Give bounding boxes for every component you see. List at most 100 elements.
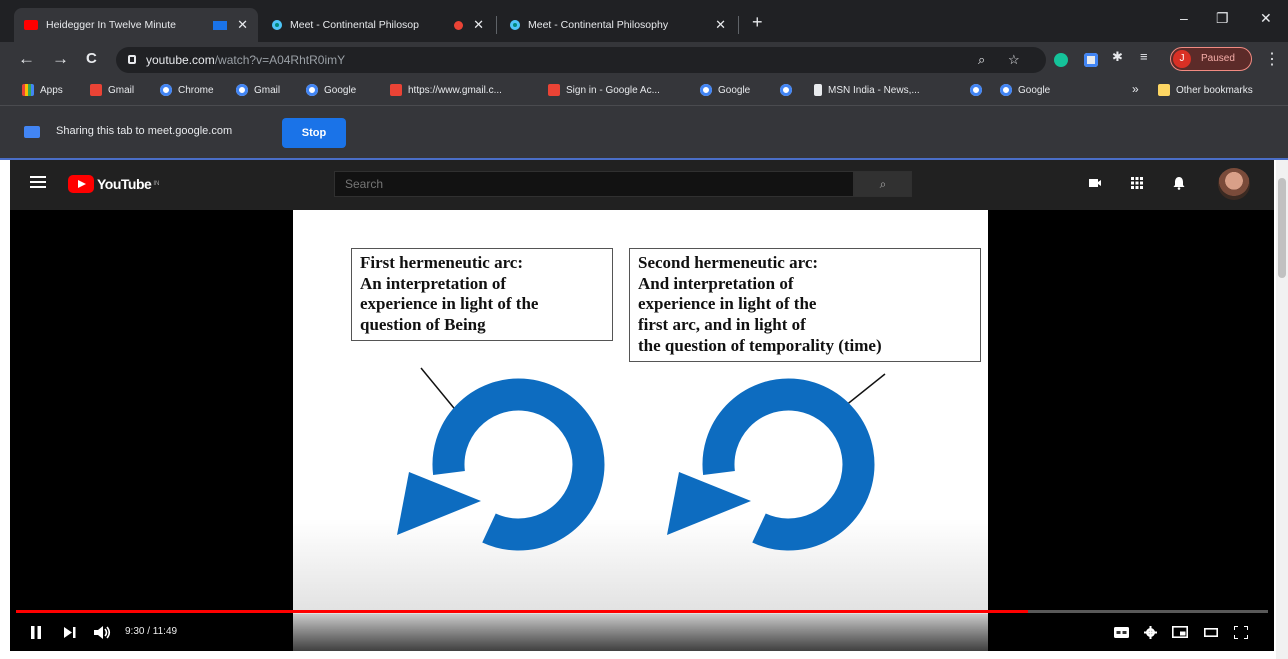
video-progress-fill [16,610,1028,613]
google-icon [160,84,172,96]
close-window-button[interactable]: ✕ [1260,10,1272,27]
forward-button[interactable]: → [52,49,69,69]
create-video-icon[interactable] [1088,176,1102,190]
close-tab-icon[interactable]: ✕ [237,17,248,33]
sharing-message: Sharing this tab to meet.google.com [56,125,233,137]
volume-icon[interactable] [94,626,112,639]
tab-meet-1[interactable]: Meet - Continental Philosop ✕ [262,8,494,42]
profile-status: Paused [1201,53,1235,64]
bookmark-label: Other bookmarks [1176,84,1253,96]
tab-meet-2[interactable]: Meet - Continental Philosophy ✕ [500,8,736,42]
back-button[interactable]: ← [18,49,35,69]
youtube-icon [24,20,38,30]
bookmark-msn[interactable]: MSN India - News,... [814,84,920,96]
url-path: /watch?v=A04RhtR0imY [214,53,346,67]
screen-capture-extension-icon[interactable] [1084,53,1098,67]
miniplayer-icon[interactable] [1172,626,1188,638]
new-tab-button[interactable]: + [752,12,763,33]
video-frame: First hermeneutic arc: An interpretation… [293,210,988,651]
video-progress-bar[interactable] [16,610,1268,613]
bookmark-apps[interactable]: Apps [22,84,63,96]
youtube-search-input[interactable] [334,171,854,197]
gmail-icon [390,84,402,96]
hermeneutic-arcs-graphic [397,367,886,551]
star-icon[interactable]: ☆ [1008,52,1020,68]
notifications-bell-icon[interactable] [1172,176,1186,190]
bookmark-chrome[interactable]: Chrome [160,84,214,96]
minimize-button[interactable]: – [1180,10,1188,26]
search-icon[interactable]: ⌕ [978,52,985,68]
lock-icon [128,55,136,64]
bookmark-label: Sign in - Google Ac... [566,84,660,96]
reload-button[interactable]: C [86,50,97,67]
bookmark-label: Gmail [108,84,135,96]
gmail-icon [548,84,560,96]
extensions-puzzle-icon[interactable]: ✱ [1112,49,1126,64]
theater-mode-icon[interactable] [1204,628,1218,637]
other-bookmarks[interactable]: Other bookmarks [1158,84,1253,96]
tab-sharing-bar: Sharing this tab to meet.google.com Stop [0,106,1288,158]
bookmark-gmail-2[interactable]: Gmail [236,84,280,96]
subtitles-icon[interactable] [1114,627,1129,638]
apps-grid-icon [22,84,34,96]
bookmarks-overflow-button[interactable]: » [1132,82,1139,96]
tab-heidegger[interactable]: Heidegger In Twelve Minute ✕ [14,8,258,42]
close-tab-icon[interactable]: ✕ [473,17,484,33]
browser-menu-button[interactable]: ⋮ [1264,49,1280,69]
bookmark-label: Chrome [178,84,214,96]
fullscreen-icon[interactable] [1234,626,1248,639]
stop-sharing-button[interactable]: Stop [282,118,346,148]
bookmark-sign-in[interactable]: Sign in - Google Ac... [548,84,660,96]
recording-icon [454,20,464,30]
bookmark-google[interactable]: Google [306,84,356,96]
msn-icon [814,84,822,96]
google-icon [780,84,792,96]
settings-gear-icon[interactable] [1144,626,1157,639]
google-icon [306,84,318,96]
page-scrollbar[interactable] [1276,160,1288,659]
google-icon [700,84,712,96]
folder-icon [1158,84,1170,96]
tab-strip: Heidegger In Twelve Minute ✕ Meet - Cont… [0,0,1288,42]
bookmark-google-2[interactable]: Google [700,84,750,96]
video-player[interactable]: First hermeneutic arc: An interpretation… [10,210,1274,651]
youtube-search-button[interactable]: ⌕ [854,171,912,197]
account-avatar[interactable] [1218,168,1250,200]
bookmark-gmail-url[interactable]: https://www.gmail.c... [390,84,502,96]
bookmark-gmail[interactable]: Gmail [90,84,134,96]
url-host: youtube.com [146,53,215,67]
circular-arrow-second [667,378,875,551]
bookmarks-bar: Apps Gmail Chrome Gmail Google https://w… [0,78,1288,106]
google-icon [1000,84,1012,96]
time-display: 9:30 / 11:49 [125,626,178,637]
bookmark-google-3[interactable] [780,84,798,96]
close-tab-icon[interactable]: ✕ [715,17,726,33]
circular-arrow-first [397,378,605,551]
browser-window: Heidegger In Twelve Minute ✕ Meet - Cont… [0,0,1288,659]
pointer-line-first [420,367,459,414]
bookmark-google-5[interactable]: Google [1000,84,1050,96]
browser-toolbar: ← → C youtube.com /watch?v=A04RhtR0imY ⌕… [0,42,1288,78]
scrollbar-thumb[interactable] [1278,178,1286,278]
media-control-icon[interactable]: ≡ [1140,49,1154,64]
google-icon [970,84,982,96]
tab-divider [496,16,497,34]
pause-icon[interactable] [30,626,42,639]
bookmark-google-4[interactable] [970,84,988,96]
hamburger-menu-icon[interactable] [30,176,46,188]
meet-icon [510,20,520,30]
tab-title: Meet - Continental Philosophy [528,19,669,31]
bookmark-label: Google [718,84,751,96]
tab-title: Heidegger In Twelve Minute [46,19,176,31]
address-bar[interactable]: youtube.com /watch?v=A04RhtR0imY ⌕ ☆ [116,47,1046,73]
profile-button[interactable]: J Paused [1170,47,1252,71]
bookmark-label: https://www.gmail.c... [408,84,502,96]
grammarly-extension-icon[interactable] [1054,53,1068,67]
apps-grid-icon[interactable] [1130,176,1144,190]
maximize-button[interactable]: ❐ [1216,10,1229,27]
youtube-logo[interactable]: YouTube IN [68,175,159,193]
google-icon [236,84,248,96]
meet-icon [272,20,282,30]
next-video-icon[interactable] [64,627,76,638]
bookmark-label: Google [324,84,357,96]
